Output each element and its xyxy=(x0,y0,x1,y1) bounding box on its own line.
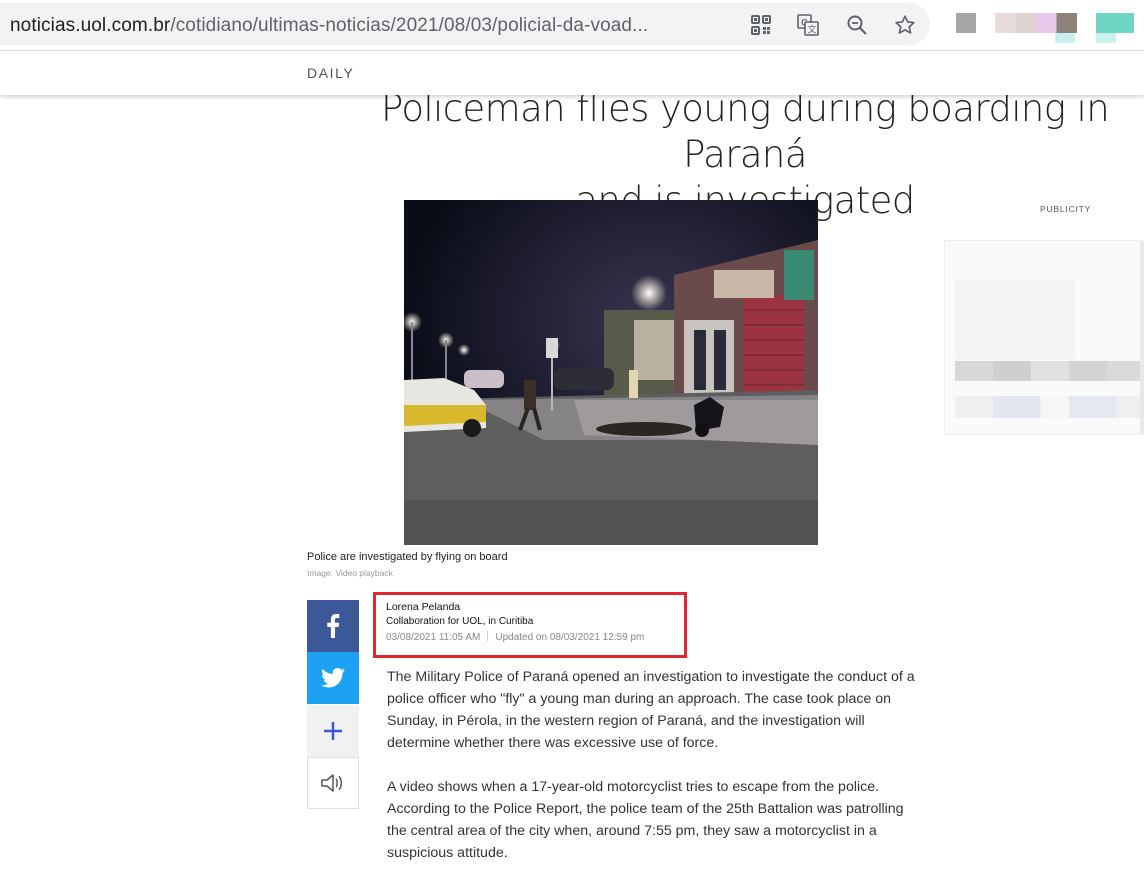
ad-label: PUBLICITY xyxy=(1040,204,1092,214)
title-line-1: Policeman flies young during boarding in… xyxy=(380,87,1110,176)
photo-caption: Police are investigated by flying on boa… xyxy=(307,551,508,563)
browser-toolbar: noticias.uol.com.br/cotidiano/ultimas-no… xyxy=(0,0,1144,51)
published-date: 03/08/2021 11:05 AM xyxy=(386,632,481,643)
article-photo[interactable] xyxy=(404,200,818,545)
facebook-icon xyxy=(327,614,340,638)
facebook-share-button[interactable] xyxy=(307,600,359,652)
star-icon[interactable] xyxy=(893,13,917,37)
article-paragraph: The Military Police of Paraná opened an … xyxy=(387,669,915,751)
url-text[interactable]: noticias.uol.com.br/cotidiano/ultimas-no… xyxy=(10,15,648,37)
article-paragraph: A video shows when a 17-year-old motorcy… xyxy=(387,779,904,861)
extension-icon[interactable] xyxy=(995,13,1077,33)
qr-code-icon[interactable] xyxy=(749,13,773,37)
author-name[interactable]: Lorena Pelanda xyxy=(386,601,460,613)
address-bar[interactable]: noticias.uol.com.br/cotidiano/ultimas-no… xyxy=(0,3,930,45)
plus-icon xyxy=(324,722,342,740)
zoom-icon[interactable] xyxy=(845,13,869,37)
author-collaboration: Collaboration for UOL, in Curitiba xyxy=(386,616,534,627)
ad-banner[interactable] xyxy=(944,240,1144,435)
more-share-button[interactable] xyxy=(307,705,359,758)
updated-date: Updated on 08/03/2021 12:59 pm xyxy=(495,632,645,643)
url-path: /cotidiano/ultimas-noticias/2021/08/03/p… xyxy=(170,15,649,36)
twitter-icon xyxy=(321,668,345,688)
url-host: noticias.uol.com.br xyxy=(10,15,171,36)
twitter-share-button[interactable] xyxy=(307,652,359,704)
extension-icon xyxy=(1096,33,1116,43)
profile-avatar[interactable] xyxy=(1096,13,1134,33)
speaker-icon xyxy=(321,774,342,792)
extension-icon xyxy=(1055,33,1075,43)
section-label[interactable]: DAILY xyxy=(307,65,354,81)
photo-credit: Image: Video playback xyxy=(307,568,393,578)
listen-button[interactable] xyxy=(307,757,359,809)
translate-icon[interactable]: G文 xyxy=(796,13,820,37)
site-header: DAILY xyxy=(0,51,1144,95)
publish-dates: 03/08/2021 11:05 AM Updated on 08/03/2021… xyxy=(386,631,644,643)
extension-icon[interactable] xyxy=(956,13,976,33)
svg-text:文: 文 xyxy=(808,24,817,36)
